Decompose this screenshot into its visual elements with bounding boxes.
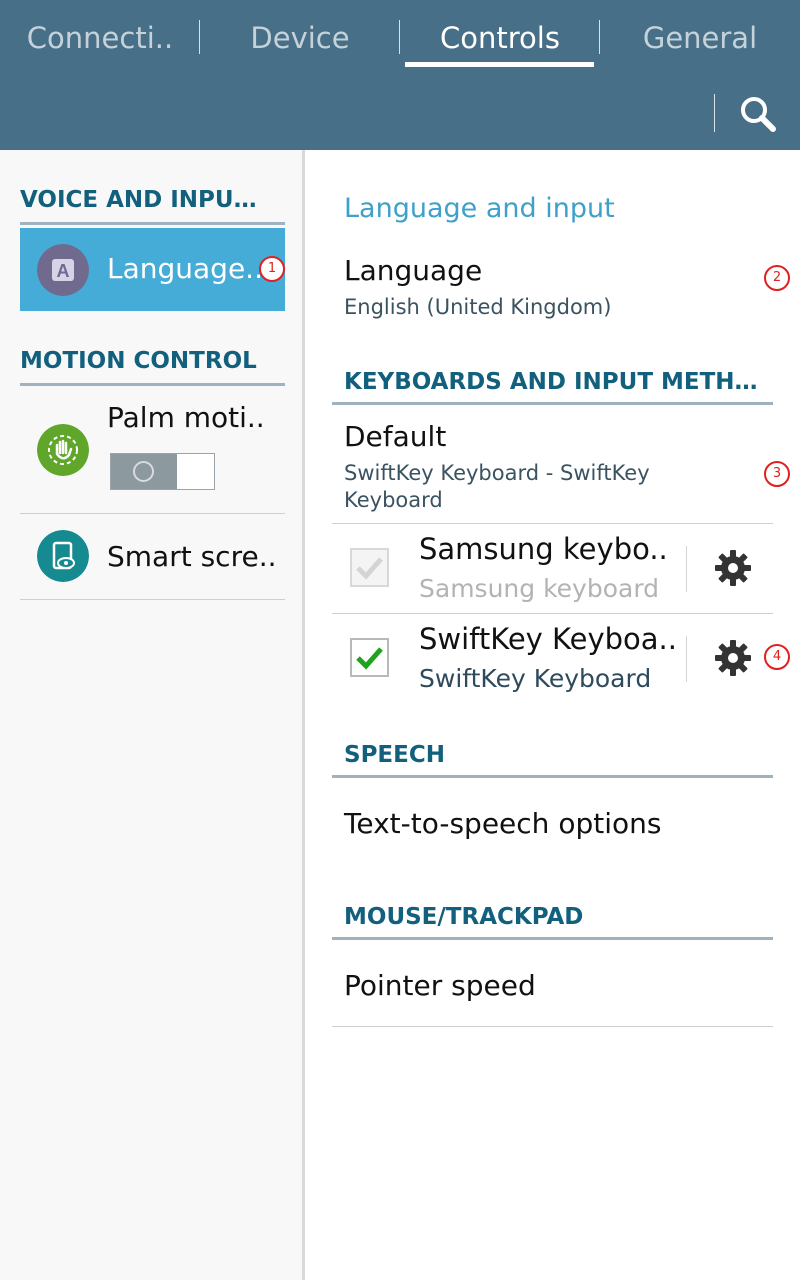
swiftkey-keyboard-checkbox[interactable] [350,638,389,677]
language-value: English (United Kingdom) [344,295,612,319]
annotation-badge: 2 [764,265,790,291]
sidebar-item-label: Language.. [107,252,263,285]
keyboard-subtitle: Samsung keyboard [419,574,660,603]
list-separator [20,599,285,600]
section-header-line [332,775,773,778]
sidebar [0,150,302,1280]
annotation-badge: 4 [764,644,790,670]
search-separator [714,94,715,132]
samsung-keyboard-checkbox[interactable] [350,548,389,587]
svg-text:A: A [57,261,70,281]
list-separator [332,1026,773,1027]
toggle-knob [133,461,154,482]
default-label: Default [344,420,447,453]
language-label: Language [344,254,483,287]
section-header-line [20,222,285,225]
language-icon: A [37,244,89,296]
settings-gear-icon[interactable] [712,547,754,589]
toggle-track [111,454,177,489]
annotation-badge: 1 [259,256,285,282]
section-header-voice-input: VOICE AND INPU… [20,187,257,213]
smart-screen-icon [37,530,89,582]
palm-motion-toggle[interactable] [110,453,215,490]
palm-motion-icon [37,424,89,476]
sidebar-item-language[interactable]: A Language.. [20,228,285,311]
check-icon [356,647,383,670]
check-icon [356,557,383,580]
section-header-line [332,937,773,940]
row-separator [686,636,687,682]
pointer-speed[interactable]: Pointer speed [344,969,536,1002]
sidebar-item-label: Smart scre.. [107,540,277,573]
annotation-badge: 3 [764,461,790,487]
sidebar-item-label: Palm moti.. [107,401,265,434]
text-to-speech-options[interactable]: Text-to-speech options [344,807,661,840]
active-tab-indicator [405,62,594,67]
settings-gear-icon[interactable] [712,637,754,679]
default-value: SwiftKey Keyboard - SwiftKey Keyboard [344,461,650,512]
page-title: Language and input [344,193,615,224]
row-separator [686,546,687,592]
list-separator [20,513,285,514]
section-header-line [332,402,773,405]
tab-connections[interactable]: Connecti.. [0,0,200,76]
keyboard-subtitle: SwiftKey Keyboard [419,664,652,693]
section-header-line [20,383,285,386]
keyboard-name: SwiftKey Keyboa.. [419,622,677,656]
section-header-mouse-trackpad: MOUSE/TRACKPAD [344,904,584,930]
top-bar: Connecti.. Device Controls General [0,0,800,150]
list-separator [332,523,773,524]
keyboard-name: Samsung keybo.. [419,532,668,566]
list-separator [332,613,773,614]
tab-general[interactable]: General [600,0,800,76]
tab-device[interactable]: Device [200,0,400,76]
section-header-keyboards: KEYBOARDS AND INPUT METH… [344,369,758,395]
section-header-motion-control: MOTION CONTROL [20,348,257,374]
search-button[interactable] [730,86,788,142]
section-header-speech: SPEECH [344,742,445,768]
search-icon [741,97,776,132]
